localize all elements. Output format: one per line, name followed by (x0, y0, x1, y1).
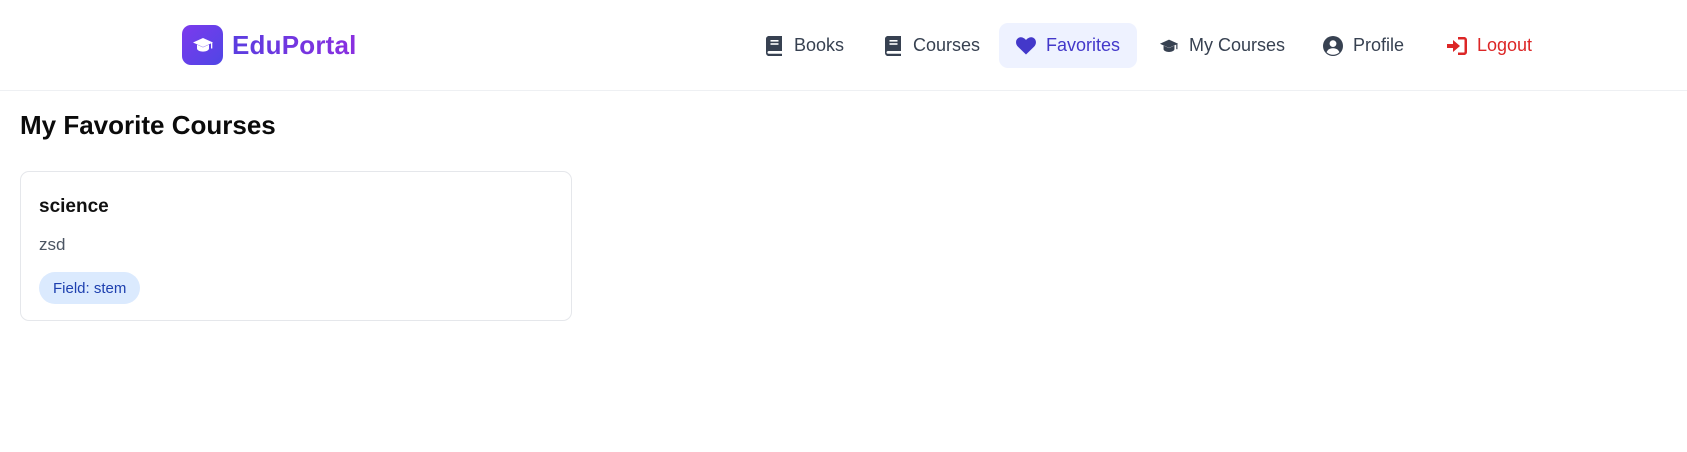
nav-my-courses-label: My Courses (1189, 35, 1286, 55)
sign-in-icon (1447, 36, 1467, 56)
heart-icon (1016, 36, 1036, 56)
nav-favorites[interactable]: Favorites (999, 23, 1138, 68)
nav-profile-label: Profile (1353, 35, 1405, 55)
user-circle-icon (1323, 35, 1343, 56)
nav-courses[interactable]: Courses (866, 23, 997, 68)
course-title: science (39, 196, 109, 217)
nav-my-courses[interactable]: My Courses (1142, 23, 1302, 68)
book-icon (883, 35, 903, 56)
nav-books[interactable]: Books (747, 23, 861, 68)
nav-profile[interactable]: Profile (1306, 23, 1421, 68)
nav-favorites-label: Favorites (1046, 35, 1121, 55)
nav-logout[interactable]: Logout (1430, 23, 1549, 68)
field-badge: Field: stem (39, 272, 141, 304)
course-description: zsd (39, 235, 66, 254)
navbar: EduPortal Books Courses Favorites My Cou… (0, 0, 1687, 91)
nav-books-label: Books (794, 35, 845, 55)
book-icon (764, 35, 784, 56)
main-nav: Books Courses Favorites My Courses Profi… (0, 23, 1687, 68)
page-title: My Favorite Courses (20, 110, 276, 140)
nav-courses-label: Courses (913, 35, 981, 55)
course-card[interactable]: science zsd Field: stem (20, 171, 572, 321)
graduation-cap-icon (1159, 36, 1179, 56)
nav-logout-label: Logout (1477, 35, 1533, 55)
